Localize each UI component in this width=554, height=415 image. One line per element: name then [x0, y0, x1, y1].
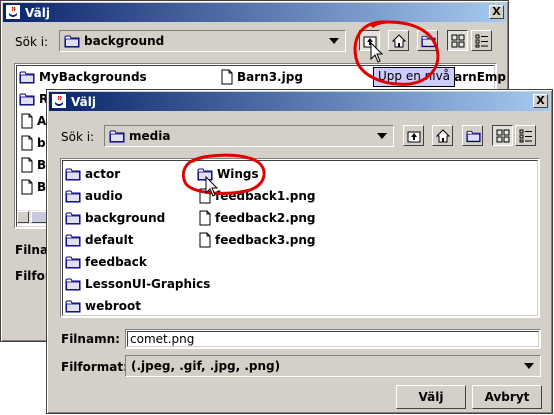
- file-icon: [21, 135, 33, 151]
- cancel-button[interactable]: Avbryt: [472, 385, 542, 409]
- file-icon: [21, 179, 33, 195]
- list-view-button[interactable]: [447, 30, 468, 51]
- back-look-in-label: Sök i:: [15, 35, 49, 49]
- file-icon: [199, 232, 211, 248]
- new-folder-button[interactable]: [462, 125, 483, 146]
- folder-icon: [65, 277, 81, 291]
- list-item[interactable]: actor: [65, 165, 120, 183]
- front-dialog-titlebar[interactable]: Välj X: [49, 92, 550, 111]
- select-button[interactable]: Välj: [396, 385, 466, 409]
- file-icon: [21, 113, 33, 129]
- folder-icon: [65, 255, 81, 269]
- mouse-pointer-icon: [205, 176, 219, 197]
- details-view-button[interactable]: [515, 125, 536, 146]
- list-item[interactable]: default: [65, 231, 133, 249]
- front-look-in-combo[interactable]: media: [104, 125, 394, 147]
- list-item[interactable]: background: [65, 209, 165, 227]
- details-view-icon: [475, 34, 488, 48]
- front-fileformat-label: Filformat:: [61, 360, 128, 374]
- list-item[interactable]: B: [21, 178, 46, 196]
- new-folder-icon: [421, 34, 436, 48]
- folder-icon: [19, 92, 35, 106]
- chevron-down-icon: [329, 38, 339, 44]
- back-close-button[interactable]: X: [489, 5, 504, 19]
- back-dialog-title: Välj: [25, 5, 50, 20]
- filename-value: comet.png: [130, 332, 195, 346]
- java-icon: [52, 94, 66, 108]
- front-file-list[interactable]: actor audio background default feedback …: [60, 158, 540, 318]
- list-item[interactable]: Barn3.jpg: [221, 68, 303, 86]
- up-folder-icon: [407, 131, 421, 143]
- folder-icon: [109, 129, 125, 143]
- list-item[interactable]: MyBackgrounds: [19, 68, 147, 86]
- home-button[interactable]: [388, 30, 409, 51]
- file-icon: [221, 69, 233, 85]
- chevron-down-icon: [377, 133, 387, 139]
- front-look-in-label: Sök i:: [61, 130, 95, 144]
- details-view-icon: [519, 129, 532, 143]
- front-filename-label: Filnamn:: [61, 332, 120, 346]
- list-item[interactable]: webroot: [65, 297, 141, 315]
- home-icon: [436, 129, 450, 143]
- front-dialog-title: Välj: [71, 94, 96, 109]
- file-icon: [199, 210, 211, 226]
- back-look-in-combo[interactable]: background: [59, 30, 346, 52]
- new-folder-icon: [466, 129, 481, 143]
- folder-icon: [64, 34, 80, 48]
- scroll-left-button[interactable]: [17, 211, 29, 223]
- folder-icon: [65, 167, 81, 181]
- folder-icon: [65, 233, 81, 247]
- chevron-down-icon: [524, 363, 534, 369]
- list-item[interactable]: feedback: [65, 253, 147, 271]
- list-item[interactable]: A: [21, 112, 46, 130]
- back-look-in-value: background: [84, 34, 165, 48]
- new-folder-button[interactable]: [417, 30, 438, 51]
- list-item[interactable]: audio: [65, 187, 123, 205]
- list-view-button[interactable]: [492, 125, 513, 146]
- mouse-pointer-icon: [370, 42, 384, 63]
- front-close-button[interactable]: X: [533, 94, 548, 108]
- java-icon: [6, 5, 20, 19]
- home-button[interactable]: [432, 125, 453, 146]
- folder-icon: [65, 189, 81, 203]
- list-view-icon: [496, 129, 510, 143]
- list-view-icon: [451, 34, 465, 48]
- folder-icon: [65, 211, 81, 225]
- file-icon: [21, 157, 33, 173]
- back-dialog-titlebar[interactable]: Välj X: [3, 3, 506, 22]
- details-view-button[interactable]: [471, 30, 492, 51]
- list-item[interactable]: LessonUI-Graphics: [65, 275, 210, 293]
- list-item[interactable]: B: [21, 156, 46, 174]
- filename-field[interactable]: comet.png: [125, 329, 541, 349]
- list-item[interactable]: R: [19, 90, 48, 108]
- front-look-in-value: media: [129, 129, 171, 143]
- folder-icon: [19, 70, 35, 84]
- list-item[interactable]: feedback2.png: [199, 209, 316, 227]
- up-one-level-button[interactable]: [403, 125, 424, 146]
- fileformat-value: (.jpeg, .gif, .jpg, .png): [131, 359, 281, 373]
- tooltip-up-one-level: Upp en nivå: [373, 67, 456, 87]
- folder-icon: [65, 299, 81, 313]
- home-icon: [392, 34, 406, 48]
- fileformat-combo[interactable]: (.jpeg, .gif, .jpg, .png): [125, 355, 541, 377]
- front-dialog: Välj X Sök i: media actor audio backgrou…: [46, 89, 553, 414]
- list-item[interactable]: feedback3.png: [199, 231, 316, 249]
